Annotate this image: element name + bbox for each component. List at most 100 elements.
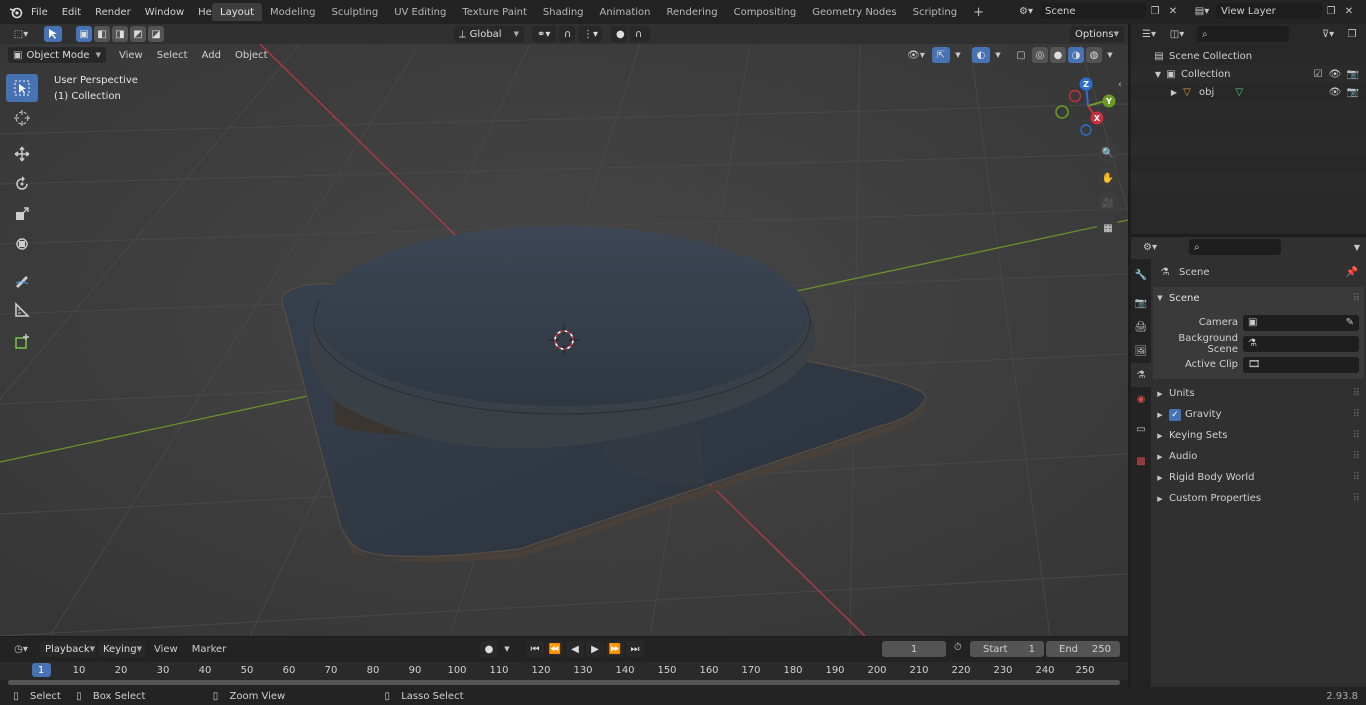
mesh-data-icon[interactable]: ▽	[1232, 87, 1246, 98]
camera-view-icon[interactable]: 🎥	[1097, 192, 1119, 214]
outliner-editor-type-icon[interactable]: ☰▾	[1137, 29, 1161, 40]
scene-name-field[interactable]: Scene	[1040, 3, 1146, 19]
view-layer-tab-icon[interactable]: 🖼	[1131, 339, 1151, 363]
shading-dropdown-icon[interactable]: ▼	[1104, 51, 1116, 59]
outliner-row-obj[interactable]: ▶ ▽ obj ▽ 👁 📷	[1131, 83, 1366, 101]
timeline-scrollbar[interactable]	[8, 680, 1120, 685]
tool-tab-icon[interactable]: 🔧	[1131, 263, 1151, 287]
jump-keyframe-forward-icon[interactable]: ⏩	[606, 641, 624, 657]
select-extend-icon[interactable]: ◧	[94, 26, 110, 42]
cursor-tool-icon[interactable]	[6, 104, 38, 132]
material-shading-icon[interactable]: ◑	[1068, 47, 1084, 63]
tab-compositing[interactable]: Compositing	[726, 3, 805, 21]
select-intersect-icon[interactable]: ◪	[148, 26, 164, 42]
tab-geometry-nodes[interactable]: Geometry Nodes	[804, 3, 904, 21]
measure-tool-icon[interactable]	[6, 296, 38, 324]
jump-keyframe-back-icon[interactable]: ⏪	[546, 641, 564, 657]
section-units[interactable]: ▶ Units ⠿	[1153, 383, 1364, 404]
viewport-menu-add[interactable]: Add	[195, 50, 228, 61]
eyedropper-icon[interactable]: ✎	[1346, 317, 1354, 328]
move-tool-icon[interactable]	[6, 140, 38, 168]
properties-search-input[interactable]: ⌕	[1189, 239, 1281, 255]
timeline-editor-type-icon[interactable]: ◷▾	[6, 644, 36, 655]
sidebar-toggle-icon[interactable]: ‹	[1118, 80, 1122, 90]
scale-tool-icon[interactable]	[6, 200, 38, 228]
view-layer-icon[interactable]: ▤▾	[1188, 6, 1216, 17]
select-tool-button[interactable]	[44, 26, 62, 42]
menu-file[interactable]: File	[24, 7, 55, 18]
properties-editor-type-icon[interactable]: ⚙▾	[1137, 242, 1163, 253]
object-render-icon[interactable]: 📷	[1344, 87, 1362, 98]
expand-object-icon[interactable]: ▶	[1169, 88, 1179, 97]
scene-panel-header[interactable]: ▼ Scene ⠿	[1153, 287, 1364, 309]
drag-handle-icon[interactable]: ⠿	[1353, 388, 1360, 399]
viewport-menu-select[interactable]: Select	[150, 50, 195, 61]
snap-magnet-icon[interactable]: ∩	[559, 26, 575, 42]
keying-dropdown[interactable]: Keying ▼	[98, 641, 146, 657]
rotate-tool-icon[interactable]	[6, 170, 38, 198]
timeline-menu-view[interactable]: View	[154, 644, 178, 655]
xray-icon[interactable]: ▢	[1012, 50, 1030, 61]
transform-orientation-dropdown[interactable]: ⟂ Global ▼	[454, 26, 524, 42]
current-frame-field[interactable]: 1	[882, 641, 946, 657]
jump-start-icon[interactable]: ⏮	[526, 641, 544, 657]
include-checkbox-icon[interactable]: ☑	[1310, 69, 1326, 80]
world-tab-icon[interactable]: ◉	[1131, 387, 1151, 411]
outliner-row-scene-collection[interactable]: ▤ Scene Collection	[1131, 47, 1366, 65]
viewport-menu-view[interactable]: View	[112, 50, 150, 61]
camera-field[interactable]: ▣ ✎	[1243, 314, 1359, 331]
play-icon[interactable]: ▶	[586, 641, 604, 657]
pivot-point-icon[interactable]: ⚭▾	[532, 26, 556, 42]
output-tab-icon[interactable]: 🖨	[1131, 315, 1151, 339]
outliner-search-input[interactable]: ⌕	[1197, 26, 1289, 42]
viewport-menu-object[interactable]: Object	[228, 50, 275, 61]
section-custom-properties[interactable]: ▶ Custom Properties ⠿	[1153, 488, 1364, 509]
section-rigid-body-world[interactable]: ▶ Rigid Body World ⠿	[1153, 467, 1364, 488]
filter-icon[interactable]: ⊽▾	[1316, 29, 1340, 40]
3d-viewport[interactable]: ▣ Object Mode ▼ View Select Add Object 👁…	[0, 44, 1128, 636]
texture-tab-icon[interactable]: ▩	[1131, 449, 1151, 473]
select-new-icon[interactable]: ▣	[76, 26, 92, 42]
blender-logo-icon[interactable]	[8, 4, 24, 20]
visibility-icon[interactable]: 👁▾	[902, 50, 930, 61]
record-dropdown-icon[interactable]: ▼	[500, 645, 514, 653]
expand-collection-icon[interactable]: ▼	[1153, 70, 1163, 79]
options-dropdown[interactable]: Options ▼	[1070, 26, 1124, 42]
pan-hand-icon[interactable]: ✋	[1097, 167, 1119, 189]
scene-icon[interactable]: ⚙▾	[1012, 6, 1040, 17]
properties-options-icon[interactable]: ▼	[1354, 243, 1360, 252]
drag-handle-icon[interactable]: ⠿	[1353, 409, 1360, 420]
collection-tab-icon[interactable]: ▭	[1131, 417, 1151, 441]
playback-dropdown[interactable]: Playback ▼	[40, 641, 96, 657]
tab-shading[interactable]: Shading	[535, 3, 592, 21]
tab-animation[interactable]: Animation	[592, 3, 659, 21]
new-collection-icon[interactable]: ❐	[1344, 29, 1360, 40]
tab-modeling[interactable]: Modeling	[262, 3, 324, 21]
stopwatch-icon[interactable]: ⏱	[954, 642, 962, 653]
new-scene-icon[interactable]: ❐	[1146, 6, 1164, 17]
select-box-tool-icon[interactable]	[6, 74, 38, 102]
overlay-dropdown-icon[interactable]: ▼	[992, 51, 1004, 59]
editor-type-icon[interactable]: ⬚▾	[8, 26, 34, 42]
tab-texture-paint[interactable]: Texture Paint	[454, 3, 535, 21]
end-frame-field[interactable]: End 250	[1046, 641, 1120, 657]
gizmo-dropdown-icon[interactable]: ▼	[952, 51, 964, 59]
section-audio[interactable]: ▶ Audio ⠿	[1153, 446, 1364, 467]
snap-target-icon[interactable]: ⋮▾	[578, 26, 602, 42]
drag-handle-icon[interactable]: ⠿	[1353, 493, 1360, 504]
outliner-row-collection[interactable]: ▼ ▣ Collection ☑ 👁 📷	[1131, 65, 1366, 83]
proportional-edit-icon[interactable]: ●	[611, 26, 627, 42]
transform-tool-icon[interactable]	[6, 230, 38, 258]
object-visibility-icon[interactable]: 👁	[1326, 87, 1344, 98]
drag-handle-icon[interactable]: ⠿	[1353, 430, 1360, 441]
drag-handle-icon[interactable]: ⠿	[1353, 472, 1360, 483]
new-view-layer-icon[interactable]: ❐	[1322, 6, 1340, 17]
menu-render[interactable]: Render	[88, 7, 138, 18]
pin-icon[interactable]: 📌	[1346, 267, 1358, 278]
add-cube-tool-icon[interactable]	[6, 328, 38, 356]
collection-visibility-icon[interactable]: 👁	[1326, 69, 1344, 80]
perspective-grid-icon[interactable]: ▦	[1097, 217, 1119, 239]
navigation-gizmo[interactable]: Z Y X	[1050, 72, 1124, 138]
scene-tab-icon[interactable]: ⚗	[1131, 363, 1151, 387]
overlay-toggle-icon[interactable]: ◐	[972, 47, 990, 63]
